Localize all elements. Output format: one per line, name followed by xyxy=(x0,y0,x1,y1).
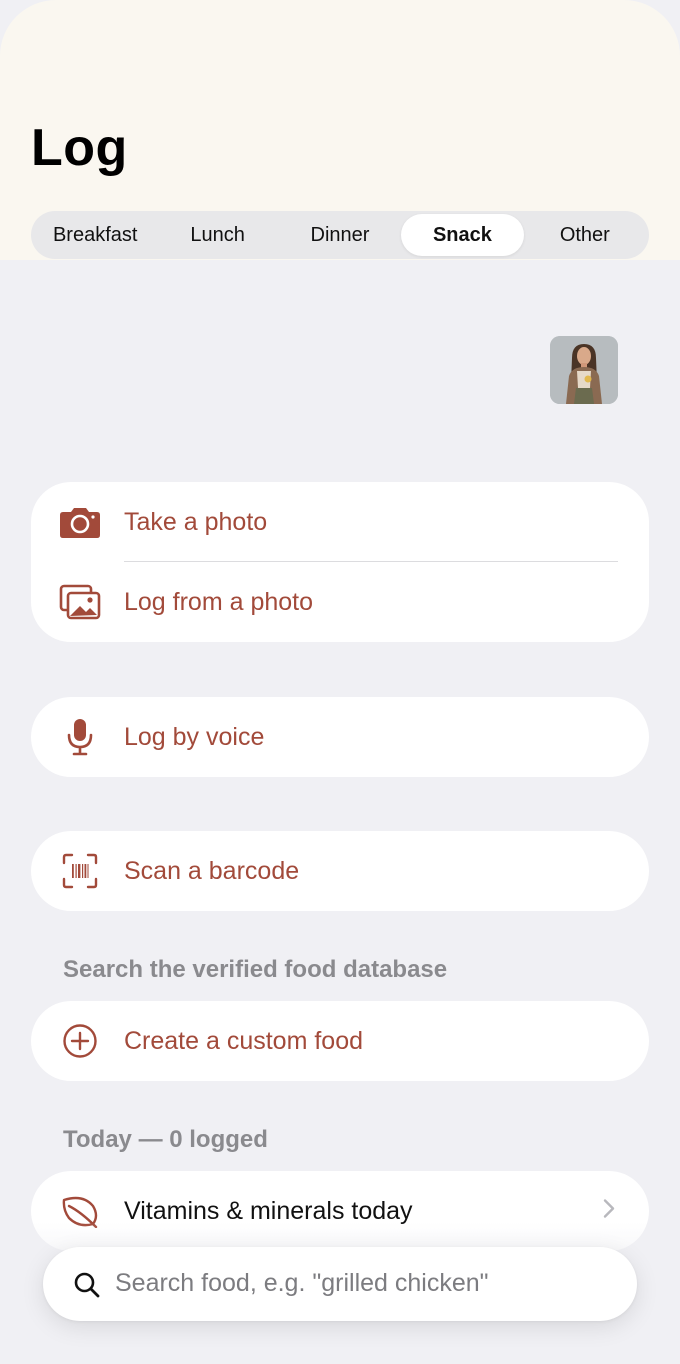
take-photo-label: Take a photo xyxy=(124,507,268,536)
create-custom-food-row[interactable]: Create a custom food xyxy=(31,1001,649,1081)
database-section-label: Search the verified food database xyxy=(63,956,448,983)
food-search-bar[interactable]: Search food, e.g. "grilled chicken" xyxy=(43,1247,637,1321)
take-photo-row[interactable]: Take a photo xyxy=(31,482,649,562)
log-by-voice-row[interactable]: Log by voice xyxy=(31,697,649,777)
tab-breakfast[interactable]: Breakfast xyxy=(34,214,156,256)
page-title: Log xyxy=(31,119,128,177)
search-icon xyxy=(73,1271,101,1304)
voice-card: Log by voice xyxy=(31,697,649,777)
barcode-scan-icon xyxy=(59,850,101,892)
search-input[interactable]: Search food, e.g. "grilled chicken" xyxy=(115,1269,489,1298)
barcode-card: Scan a barcode xyxy=(31,831,649,911)
scan-barcode-label: Scan a barcode xyxy=(124,856,300,885)
log-from-photo-row[interactable]: Log from a photo xyxy=(31,562,649,642)
tab-dinner[interactable]: Dinner xyxy=(279,214,401,256)
log-by-voice-label: Log by voice xyxy=(124,722,265,751)
scan-barcode-row[interactable]: Scan a barcode xyxy=(31,831,649,911)
create-custom-food-label: Create a custom food xyxy=(124,1026,364,1055)
header-area: Log Breakfast Lunch Dinner Snack Other xyxy=(0,0,680,260)
plus-circle-icon xyxy=(59,1020,101,1062)
microphone-icon xyxy=(59,716,101,758)
photo-options-card: Take a photo Log from a photo xyxy=(31,482,649,642)
log-from-photo-label: Log from a photo xyxy=(124,587,314,616)
today-section-label: Today — 0 logged xyxy=(63,1126,268,1153)
avatar[interactable] xyxy=(550,336,618,404)
photo-library-icon xyxy=(59,581,101,623)
custom-food-card: Create a custom food xyxy=(31,1001,649,1081)
log-screen: Log Breakfast Lunch Dinner Snack Other T… xyxy=(0,0,680,1364)
tab-lunch[interactable]: Lunch xyxy=(156,214,278,256)
chevron-right-icon xyxy=(603,1199,615,1224)
tab-other[interactable]: Other xyxy=(524,214,646,256)
tab-snack[interactable]: Snack xyxy=(401,214,524,256)
avatar-image xyxy=(550,336,618,404)
meal-segmented-control: Breakfast Lunch Dinner Snack Other xyxy=(31,211,649,259)
camera-icon xyxy=(59,501,101,543)
